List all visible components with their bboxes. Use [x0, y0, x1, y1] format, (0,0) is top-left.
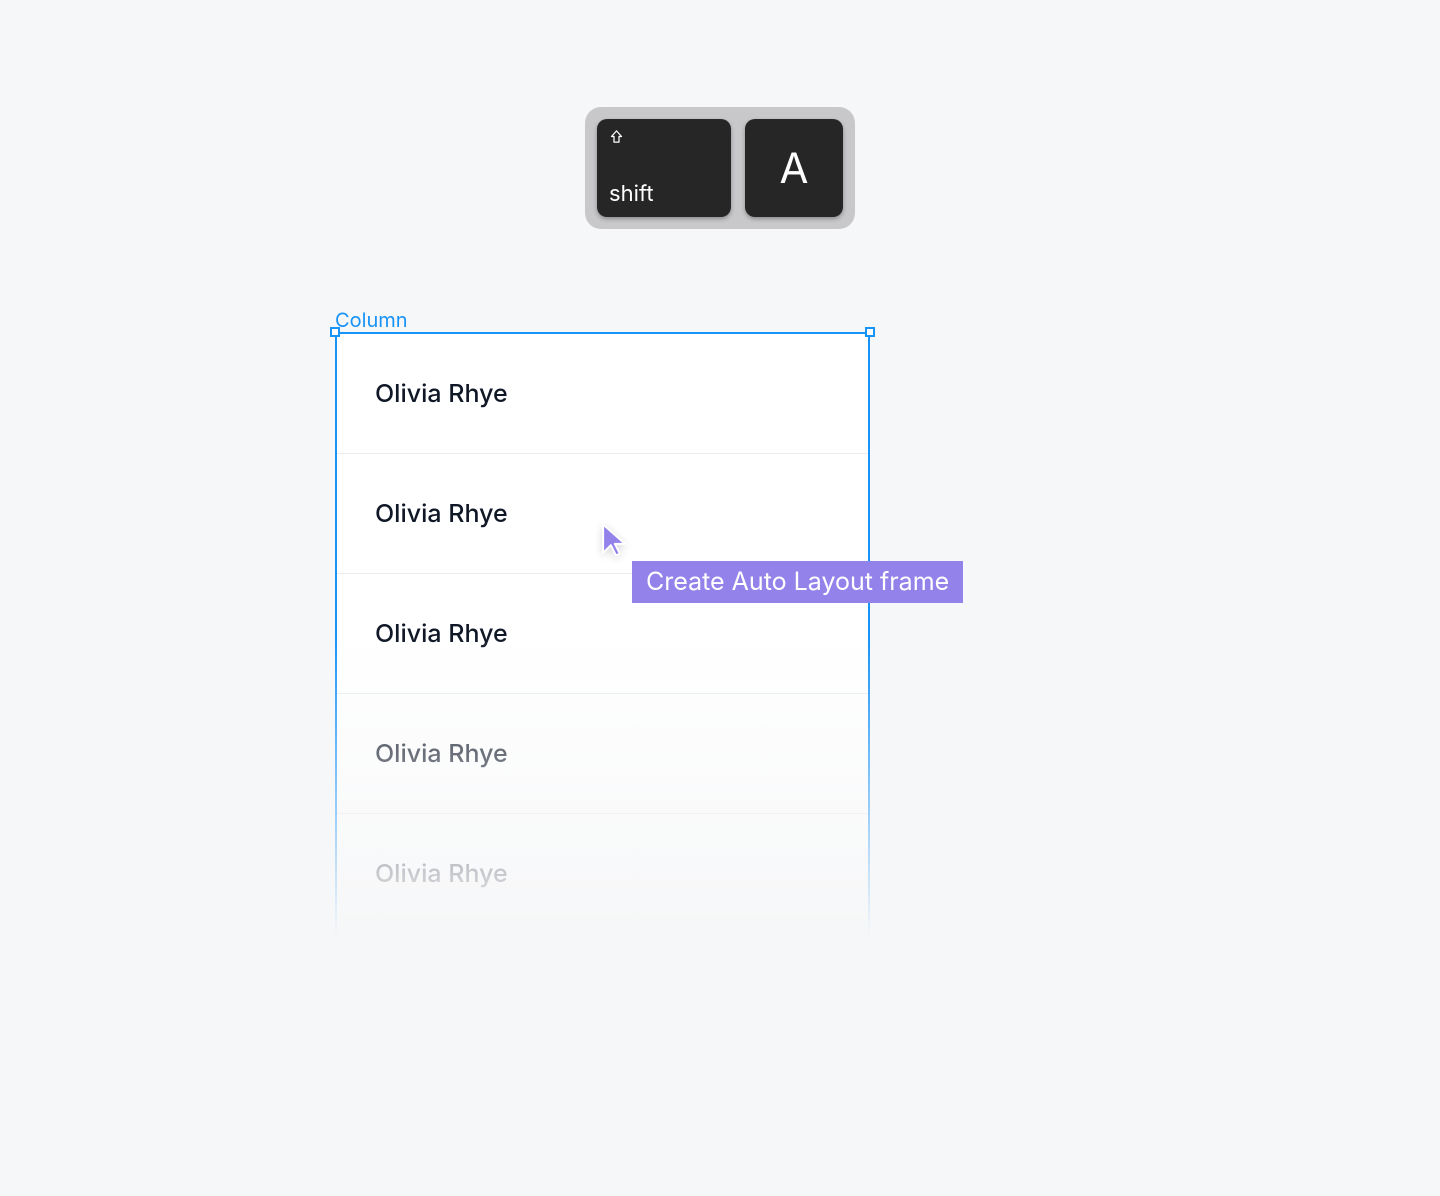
tooltip-text: Create Auto Layout frame: [646, 567, 949, 597]
list-item[interactable]: Olivia Rhye: [337, 334, 868, 454]
resize-handle-top-left[interactable]: [330, 327, 340, 337]
list-item-label: Olivia Rhye: [375, 619, 508, 649]
a-key-label: A: [780, 143, 809, 194]
list-item[interactable]: Olivia Rhye: [337, 694, 868, 814]
frame-label: Column: [335, 308, 408, 332]
action-tooltip: Create Auto Layout frame: [632, 561, 963, 603]
resize-handle-top-right[interactable]: [865, 327, 875, 337]
cursor-pointer-icon: [600, 522, 632, 562]
list-item-label: Olivia Rhye: [375, 859, 508, 889]
keyboard-shortcut: shift A: [585, 107, 855, 229]
list-item-label: Olivia Rhye: [375, 739, 508, 769]
shift-key: shift: [597, 119, 731, 217]
shift-arrow-icon: [609, 129, 624, 144]
selected-frame[interactable]: Column Olivia Rhye Olivia Rhye Olivia Rh…: [335, 332, 870, 936]
list-item-label: Olivia Rhye: [375, 499, 508, 529]
column-content: Olivia Rhye Olivia Rhye Olivia Rhye Oliv…: [337, 334, 868, 936]
a-key: A: [745, 119, 843, 217]
list-item[interactable]: Olivia Rhye: [337, 814, 868, 934]
shift-key-label: shift: [609, 181, 719, 207]
list-item-label: Olivia Rhye: [375, 379, 508, 409]
